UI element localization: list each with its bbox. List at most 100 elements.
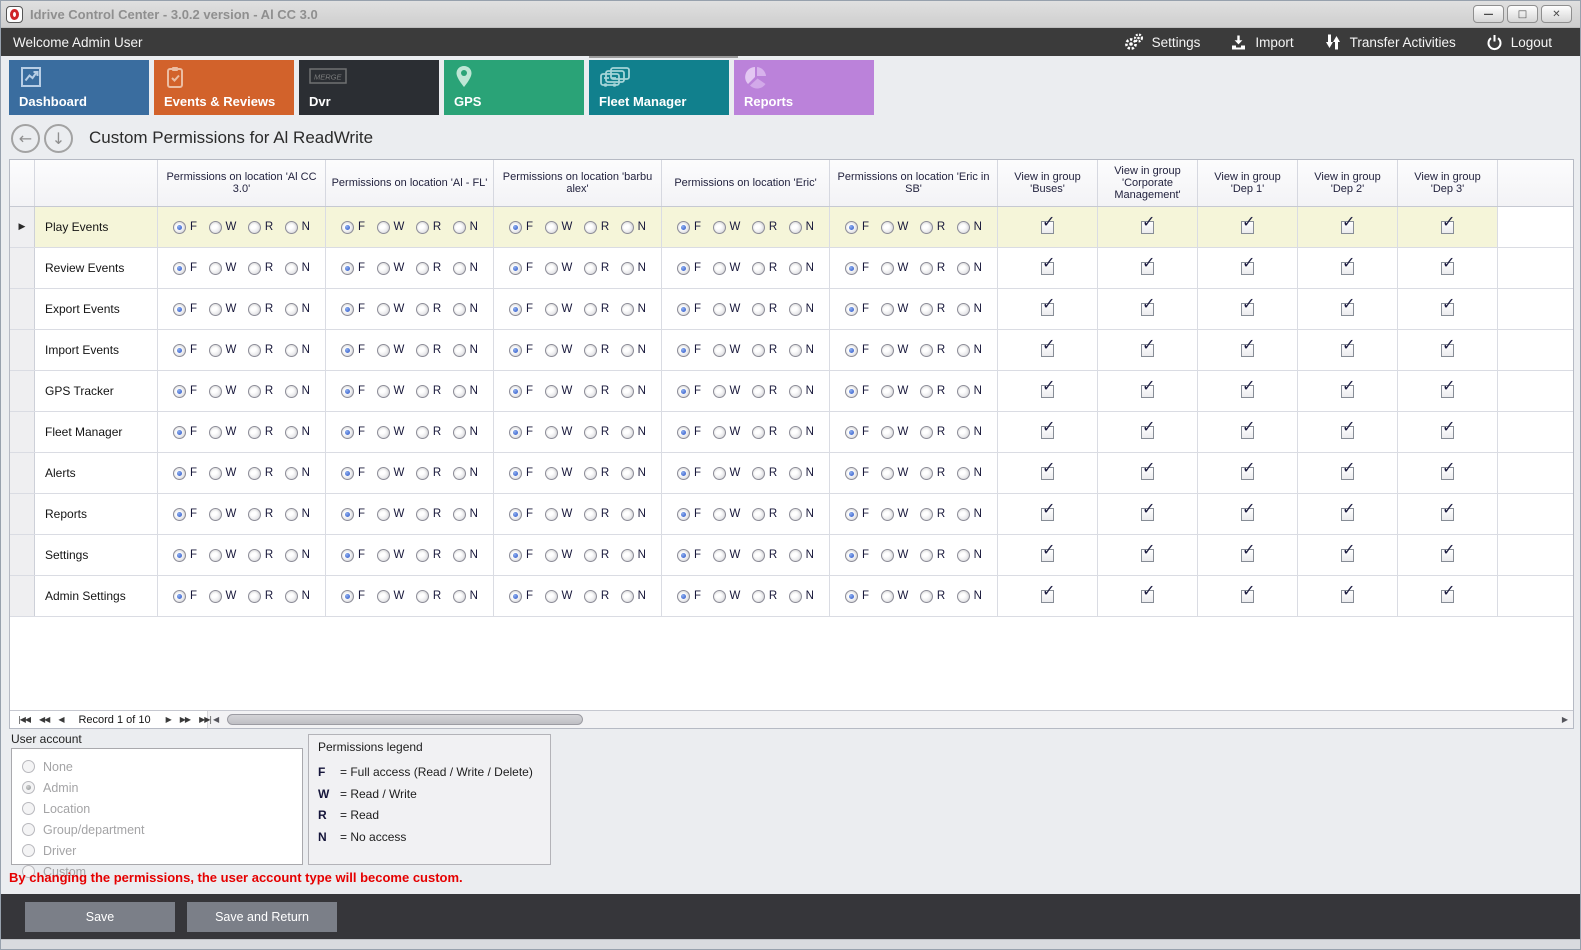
permission-radio-r[interactable]: R bbox=[920, 303, 945, 316]
permission-radio-w[interactable]: W bbox=[209, 262, 237, 275]
tab-gps[interactable]: GPS bbox=[444, 60, 584, 115]
view-checkbox[interactable]: ✓ bbox=[1141, 262, 1154, 275]
permission-radio-n[interactable]: N bbox=[789, 508, 814, 521]
permission-radio-w[interactable]: W bbox=[881, 549, 909, 562]
permission-radio-r[interactable]: R bbox=[752, 426, 777, 439]
permission-radio-w[interactable]: W bbox=[881, 221, 909, 234]
user-account-option-none[interactable]: None bbox=[22, 756, 302, 777]
view-checkbox[interactable]: ✓ bbox=[1241, 344, 1254, 357]
permission-radio-n[interactable]: N bbox=[285, 344, 310, 357]
view-checkbox[interactable]: ✓ bbox=[1041, 221, 1054, 234]
permission-radio-w[interactable]: W bbox=[545, 221, 573, 234]
nav-first-button[interactable]: |◀◀ bbox=[18, 715, 30, 724]
permission-radio-w[interactable]: W bbox=[713, 549, 741, 562]
permission-radio-r[interactable]: R bbox=[920, 221, 945, 234]
tab-events-reviews[interactable]: Events & Reviews bbox=[154, 60, 294, 115]
permission-radio-r[interactable]: R bbox=[920, 549, 945, 562]
view-checkbox[interactable]: ✓ bbox=[1041, 549, 1054, 562]
view-checkbox[interactable]: ✓ bbox=[1241, 262, 1254, 275]
permission-radio-r[interactable]: R bbox=[920, 590, 945, 603]
permission-radio-n[interactable]: N bbox=[621, 385, 646, 398]
permission-radio-f[interactable]: F bbox=[341, 426, 365, 439]
permission-radio-f[interactable]: F bbox=[341, 508, 365, 521]
view-checkbox[interactable]: ✓ bbox=[1341, 221, 1354, 234]
permission-radio-n[interactable]: N bbox=[789, 221, 814, 234]
permission-radio-f[interactable]: F bbox=[845, 426, 869, 439]
hscroll-thumb[interactable] bbox=[227, 714, 583, 725]
permission-radio-f[interactable]: F bbox=[677, 344, 701, 357]
permission-radio-n[interactable]: N bbox=[621, 467, 646, 480]
permission-radio-r[interactable]: R bbox=[584, 303, 609, 316]
permission-radio-w[interactable]: W bbox=[209, 426, 237, 439]
view-checkbox[interactable]: ✓ bbox=[1441, 508, 1454, 521]
permission-radio-n[interactable]: N bbox=[789, 426, 814, 439]
permission-radio-n[interactable]: N bbox=[621, 221, 646, 234]
permission-radio-w[interactable]: W bbox=[713, 221, 741, 234]
permission-radio-f[interactable]: F bbox=[341, 262, 365, 275]
permission-radio-w[interactable]: W bbox=[377, 221, 405, 234]
permission-radio-w[interactable]: W bbox=[713, 590, 741, 603]
permission-radio-n[interactable]: N bbox=[453, 344, 478, 357]
permission-radio-r[interactable]: R bbox=[248, 221, 273, 234]
permission-radio-r[interactable]: R bbox=[584, 590, 609, 603]
permission-radio-r[interactable]: R bbox=[752, 262, 777, 275]
view-checkbox[interactable]: ✓ bbox=[1041, 508, 1054, 521]
tab-dvr[interactable]: MERGE Dvr bbox=[299, 60, 439, 115]
permission-radio-r[interactable]: R bbox=[248, 344, 273, 357]
permission-radio-f[interactable]: F bbox=[845, 590, 869, 603]
view-checkbox[interactable]: ✓ bbox=[1141, 508, 1154, 521]
nav-fast-next-button[interactable]: ▶▶ bbox=[180, 715, 190, 724]
view-checkbox[interactable]: ✓ bbox=[1441, 344, 1454, 357]
permission-radio-r[interactable]: R bbox=[248, 262, 273, 275]
permission-radio-r[interactable]: R bbox=[752, 590, 777, 603]
permission-radio-r[interactable]: R bbox=[248, 467, 273, 480]
permission-radio-f[interactable]: F bbox=[341, 221, 365, 234]
tab-fleet-manager[interactable]: Fleet Manager bbox=[589, 60, 729, 115]
permission-radio-n[interactable]: N bbox=[285, 590, 310, 603]
permission-radio-n[interactable]: N bbox=[957, 262, 982, 275]
view-checkbox[interactable]: ✓ bbox=[1341, 344, 1354, 357]
permission-radio-f[interactable]: F bbox=[173, 467, 197, 480]
permission-radio-r[interactable]: R bbox=[920, 508, 945, 521]
view-checkbox[interactable]: ✓ bbox=[1041, 262, 1054, 275]
view-checkbox[interactable]: ✓ bbox=[1041, 426, 1054, 439]
permission-radio-n[interactable]: N bbox=[453, 508, 478, 521]
permission-radio-n[interactable]: N bbox=[453, 467, 478, 480]
permission-radio-r[interactable]: R bbox=[752, 344, 777, 357]
view-checkbox[interactable]: ✓ bbox=[1141, 426, 1154, 439]
permission-radio-f[interactable]: F bbox=[509, 344, 533, 357]
permission-radio-r[interactable]: R bbox=[248, 508, 273, 521]
permission-radio-n[interactable]: N bbox=[453, 590, 478, 603]
permission-radio-r[interactable]: R bbox=[752, 303, 777, 316]
permission-radio-r[interactable]: R bbox=[584, 344, 609, 357]
permission-radio-r[interactable]: R bbox=[416, 549, 441, 562]
permission-radio-r[interactable]: R bbox=[584, 385, 609, 398]
permission-radio-f[interactable]: F bbox=[509, 262, 533, 275]
permission-radio-w[interactable]: W bbox=[545, 426, 573, 439]
permission-radio-n[interactable]: N bbox=[285, 508, 310, 521]
view-checkbox[interactable]: ✓ bbox=[1041, 344, 1054, 357]
permission-radio-f[interactable]: F bbox=[677, 303, 701, 316]
permission-radio-w[interactable]: W bbox=[377, 385, 405, 398]
nav-next-button[interactable]: ▶ bbox=[166, 715, 171, 724]
view-checkbox[interactable]: ✓ bbox=[1241, 508, 1254, 521]
permission-radio-f[interactable]: F bbox=[173, 590, 197, 603]
permission-radio-r[interactable]: R bbox=[416, 426, 441, 439]
permission-radio-n[interactable]: N bbox=[285, 467, 310, 480]
permission-radio-f[interactable]: F bbox=[509, 467, 533, 480]
permission-radio-w[interactable]: W bbox=[881, 262, 909, 275]
permission-radio-n[interactable]: N bbox=[957, 590, 982, 603]
permission-radio-r[interactable]: R bbox=[416, 344, 441, 357]
import-button[interactable]: Import bbox=[1230, 34, 1293, 51]
nav-last-button[interactable]: ▶▶| bbox=[199, 715, 211, 724]
permission-radio-w[interactable]: W bbox=[713, 426, 741, 439]
view-checkbox[interactable]: ✓ bbox=[1441, 590, 1454, 603]
permission-radio-r[interactable]: R bbox=[920, 344, 945, 357]
permission-radio-n[interactable]: N bbox=[285, 303, 310, 316]
horizontal-scrollbar[interactable] bbox=[224, 713, 1555, 727]
permission-radio-n[interactable]: N bbox=[621, 344, 646, 357]
permission-radio-w[interactable]: W bbox=[545, 590, 573, 603]
permission-radio-f[interactable]: F bbox=[341, 303, 365, 316]
permission-radio-w[interactable]: W bbox=[209, 344, 237, 357]
permission-radio-n[interactable]: N bbox=[621, 590, 646, 603]
